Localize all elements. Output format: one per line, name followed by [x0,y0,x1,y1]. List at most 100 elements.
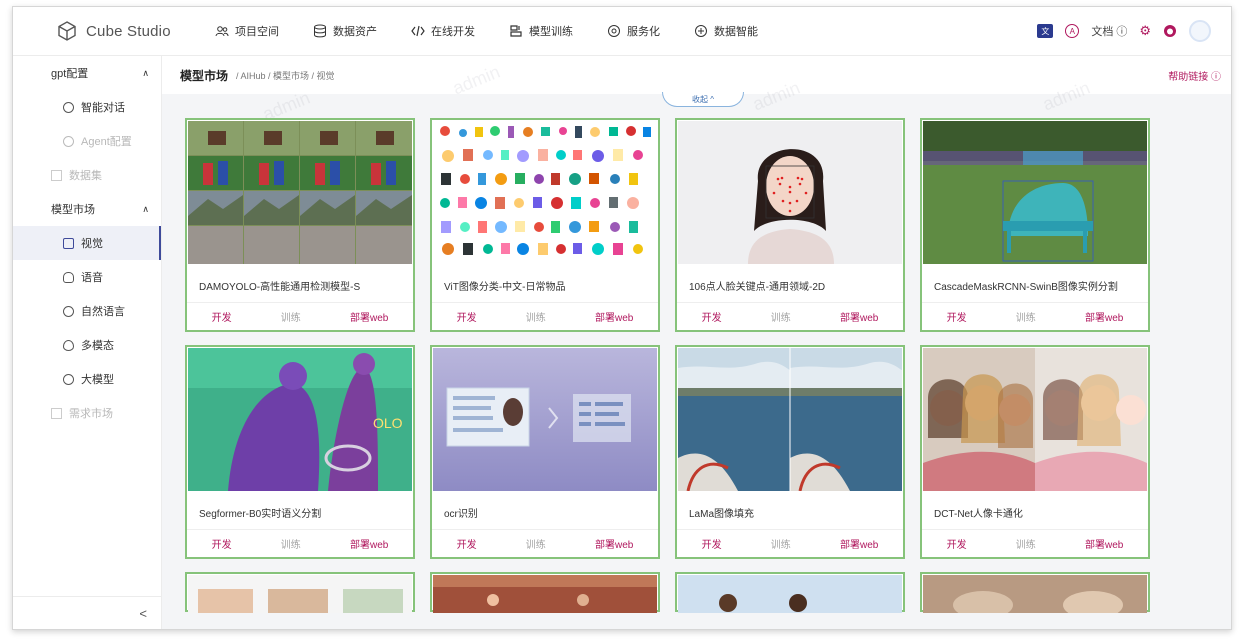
translate-button[interactable]: 文 [1037,24,1054,38]
sidebar-item-agent[interactable]: Agent配置 [13,124,161,158]
sidebar-collapse[interactable]: < [13,596,161,629]
top-navbar: Cube Studio 项目空间 数据资产 在线开发 模型训练 服务化 数据智能… [13,7,1231,56]
main-content: 模型市场 / AIHub / 模型市场 / 视觉 帮助链接 ⓘ 收起 ^ adm… [162,56,1231,629]
sidebar-item-multimodal[interactable]: 多模态 [13,328,161,362]
model-card[interactable]: DCT-Net人像卡通化 开发 训练 部署web [920,345,1150,559]
sidebar-group-market[interactable]: 模型市场 ∧ [13,192,161,226]
brand-name: Cube Studio [86,22,171,40]
sidebar-item-llm[interactable]: 大模型 [13,362,161,396]
card-title: CascadeMaskRCNN-SwinB图像实例分割 [934,282,1118,293]
brand-logo[interactable]: Cube Studio [57,21,185,41]
train-button[interactable]: 训练 [526,309,546,324]
card-actions: 开发 训练 部署web [677,529,903,557]
card-actions: 开发 训练 部署web [922,302,1148,330]
deploy-web-button[interactable]: 部署web [595,536,633,551]
github-button[interactable] [1163,24,1177,38]
collapse-toggle[interactable]: 收起 ^ [662,92,744,107]
sidebar-item-label: 视觉 [81,238,103,250]
help-link[interactable]: 帮助链接 ⓘ [1168,56,1221,94]
card-actions: 开发 训练 部署web [432,302,658,330]
translate-icon: 文 [1037,24,1054,38]
model-card[interactable]: CascadeMaskRCNN-SwinB图像实例分割 开发 训练 部署web [920,118,1150,332]
nav-project-space[interactable]: 项目空间 [215,7,279,55]
nav-data-assets[interactable]: 数据资产 [313,7,377,55]
develop-button[interactable]: 开发 [212,309,232,324]
cube-logo-icon [58,21,76,41]
card-thumbnail [188,575,412,613]
nav-model-training[interactable]: 模型训练 [509,7,573,55]
model-card-partial[interactable] [675,572,905,613]
user-avatar[interactable] [1189,20,1211,42]
card-thumbnail [678,575,902,613]
model-card-partial[interactable] [920,572,1150,613]
nav-online-dev[interactable]: 在线开发 [411,7,475,55]
main-nav: 项目空间 数据资产 在线开发 模型训练 服务化 数据智能 [215,7,792,55]
develop-button[interactable]: 开发 [947,536,967,551]
deploy-web-button[interactable]: 部署web [1085,536,1123,551]
model-card[interactable]: DAMOYOLO-高性能通用检测模型-S 开发 训练 部署web [185,118,415,332]
card-thumbnail: OLO [188,348,412,491]
deploy-web-button[interactable]: 部署web [840,309,878,324]
model-card-partial[interactable] [430,572,660,613]
chevron-up-icon: ∧ [142,203,149,214]
nav-data-intelligence[interactable]: 数据智能 [694,7,758,55]
develop-button[interactable]: 开发 [702,536,722,551]
sidebar-item-label: 智能对话 [81,102,125,114]
sidebar-item-voice[interactable]: 语音 [13,260,161,294]
database-icon [314,24,326,38]
deploy-web-button[interactable]: 部署web [350,309,388,324]
model-card[interactable]: ViT图像分类-中文-日常物品 开发 训练 部署web [430,118,660,332]
user-role-button[interactable]: A [1065,24,1080,38]
community-button[interactable]: ⚙ [1139,23,1151,39]
chevron-left-icon: < [139,605,147,621]
train-button[interactable]: 训练 [771,536,791,551]
docs-link[interactable]: 文档 ⓘ [1091,23,1127,39]
train-button[interactable]: 训练 [771,309,791,324]
sidebar-item-label: 需求市场 [69,408,113,420]
sidebar-item-dataset[interactable]: 数据集 [13,158,161,192]
card-title: Segformer-B0实时语义分割 [199,509,322,520]
card-thumbnail [433,575,657,613]
deploy-web-button[interactable]: 部署web [840,536,878,551]
card-thumbnail [188,121,412,264]
nav-label: 项目空间 [235,26,279,38]
train-button[interactable]: 训练 [1016,536,1036,551]
train-button[interactable]: 训练 [281,536,301,551]
card-title: ocr识别 [444,509,478,520]
avatar [1189,20,1211,42]
sidebar-item-chat[interactable]: 智能对话 [13,90,161,124]
brain-icon [63,373,74,385]
deploy-web-button[interactable]: 部署web [595,309,633,324]
chat-icon [63,101,74,113]
deploy-web-button[interactable]: 部署web [1085,309,1123,324]
develop-button[interactable]: 开发 [212,536,232,551]
nav-right-tools: 文 A 文档 ⓘ ⚙ [1025,7,1211,55]
card-thumbnail [433,121,657,264]
card-title: LaMa图像填充 [689,509,755,520]
model-card[interactable]: OLO Segformer-B0实时语义分割 开发 训练 部署web [185,345,415,559]
model-card[interactable]: 106点人脸关键点-通用领域-2D 开发 训练 部署web [675,118,905,332]
develop-button[interactable]: 开发 [457,536,477,551]
train-button[interactable]: 训练 [526,536,546,551]
develop-button[interactable]: 开发 [457,309,477,324]
train-button[interactable]: 训练 [281,309,301,324]
model-card[interactable]: ocr识别 开发 训练 部署web [430,345,660,559]
nav-service[interactable]: 服务化 [607,7,660,55]
chevron-up-icon: ∧ [142,67,149,78]
eye-icon [63,339,74,351]
breadcrumb[interactable]: / AIHub / 模型市场 / 视觉 [236,69,335,82]
model-card[interactable]: LaMa图像填充 开发 训练 部署web [675,345,905,559]
develop-button[interactable]: 开发 [702,309,722,324]
sidebar-item-label: 自然语言 [81,306,125,318]
deploy-web-button[interactable]: 部署web [350,536,388,551]
model-card-partial[interactable] [185,572,415,613]
train-button[interactable]: 训练 [1016,309,1036,324]
sidebar-item-nlp[interactable]: 自然语言 [13,294,161,328]
sidebar-item-vision[interactable]: 视觉 [13,226,161,260]
card-thumbnail [923,121,1147,264]
nav-label: 数据智能 [714,26,758,38]
sidebar-item-demand[interactable]: 需求市场 [13,396,161,430]
sidebar-group-gpt[interactable]: gpt配置 ∧ [13,56,161,90]
develop-button[interactable]: 开发 [947,309,967,324]
card-title: 106点人脸关键点-通用领域-2D [689,282,826,293]
